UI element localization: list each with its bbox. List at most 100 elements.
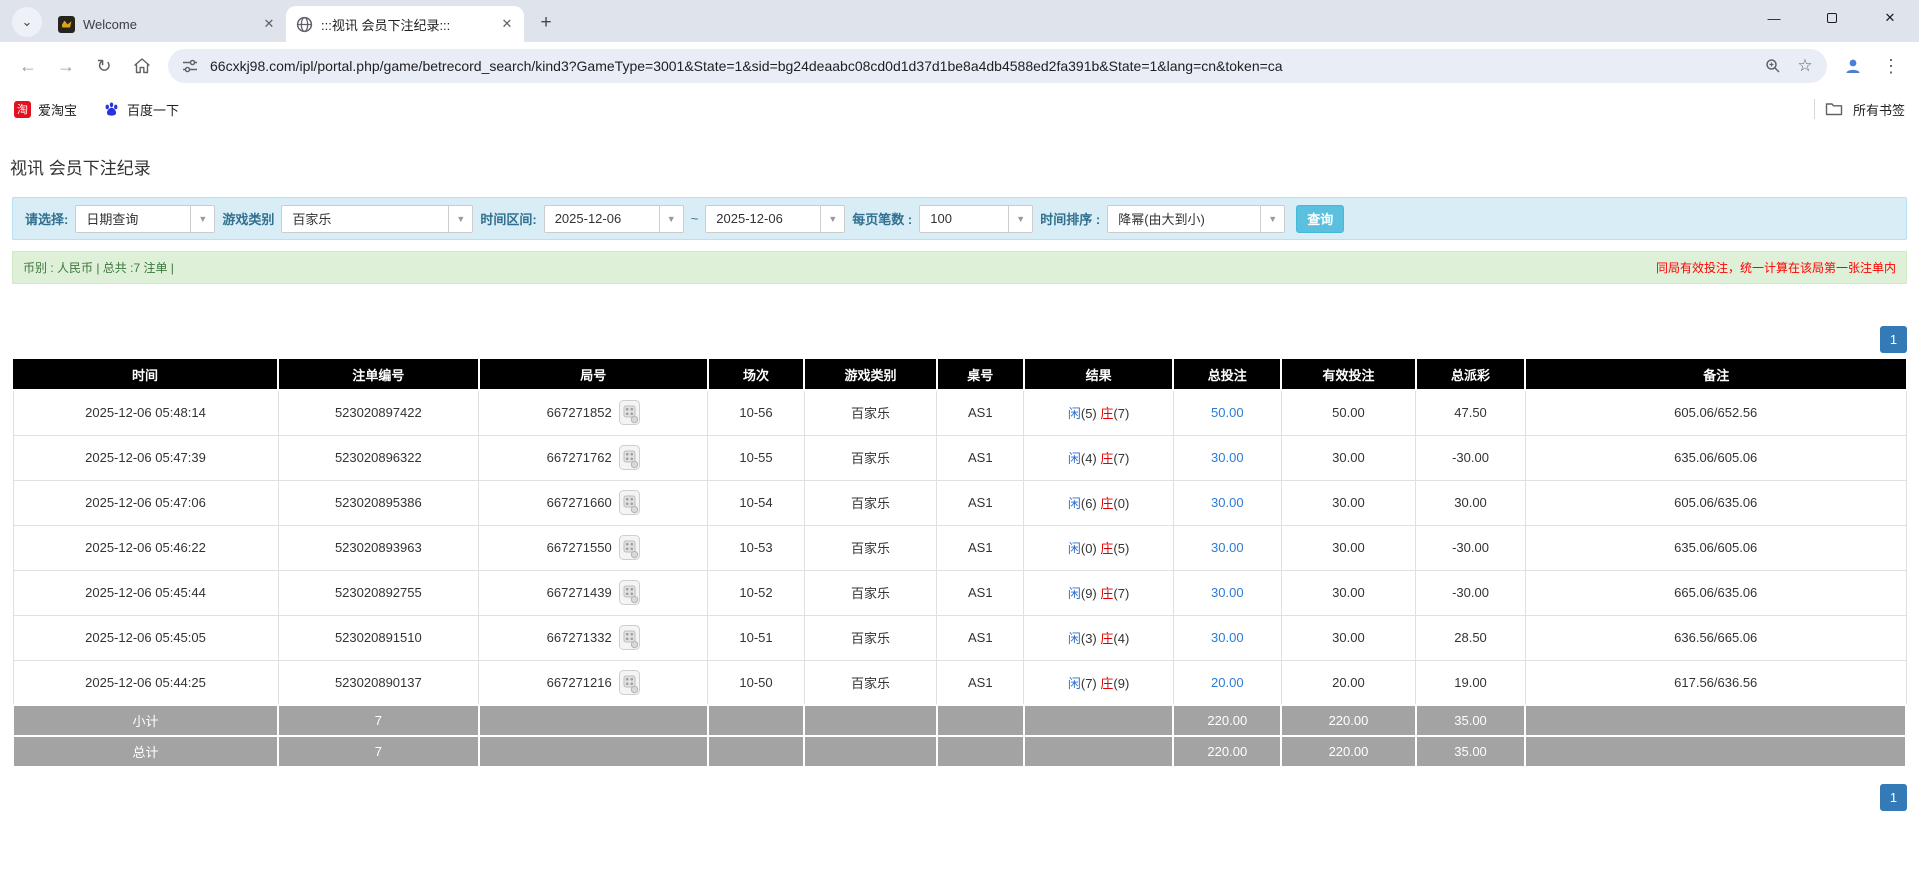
chevron-down-icon: ▼ [190,205,214,232]
all-bookmarks-label[interactable]: 所有书签 [1853,100,1905,119]
total-bet-link[interactable]: 30.00 [1211,450,1244,465]
video-replay-icon[interactable] [618,580,640,605]
total-bet-link[interactable]: 50.00 [1211,405,1244,420]
tab-welcome[interactable]: Welcome ✕ [48,6,286,42]
pagination-bottom: 1 [12,784,1907,811]
time-cell: 2025-12-06 05:46:22 [12,524,279,571]
total-bet-link[interactable]: 30.00 [1211,630,1244,645]
subtotal-total-bet: 220.00 [1172,704,1283,737]
summary-left-text: 币别 : 人民币 | 总共 :7 注单 | [23,261,174,275]
total-bet-link[interactable]: 20.00 [1211,675,1244,690]
video-replay-icon[interactable] [618,490,640,515]
video-replay-icon[interactable] [618,400,640,426]
date-from-select[interactable]: 2025-12-06 ▼ [543,204,684,233]
remark-cell: 635.06/605.06 [1524,524,1907,571]
bookmark-baidu[interactable]: 百度一下 [103,100,179,119]
table-row: 2025-12-06 05:47:06 523020895386 6672716… [12,479,1907,526]
total-bet-link[interactable]: 30.00 [1211,585,1244,600]
bet-no-cell: 523020896322 [277,434,480,481]
result-cell: 闲(9) 庄(7) [1023,569,1174,616]
total-bet-cell: 20.00 [1172,659,1282,706]
table-row: 2025-12-06 05:45:44 523020892755 6672714… [12,569,1907,616]
remark-cell: 617.56/636.56 [1524,659,1907,706]
remark-cell: 605.06/635.06 [1524,479,1907,526]
total-bet-cell: 30.00 [1172,524,1282,571]
query-type-select[interactable]: 日期查询 ▼ [75,204,216,233]
header-game-category: 游戏类别 [804,359,938,391]
close-tab-icon[interactable]: ✕ [260,15,278,33]
search-button[interactable]: 查询 [1296,204,1345,233]
header-time: 时间 [13,359,280,391]
summary-right-notice: 同局有效投注，统一计算在该局第一张注单内 [1655,261,1896,275]
folder-icon [1825,101,1843,117]
chevron-down-icon: ⌄ [21,14,33,29]
session-cell: 10-53 [707,524,805,571]
close-tab-icon[interactable]: ✕ [498,15,516,33]
video-replay-icon[interactable] [618,535,640,560]
payout-cell: 19.00 [1415,659,1526,706]
close-window-button[interactable]: ✕ [1861,0,1919,36]
window-controls: — ✕ [1745,0,1919,36]
header-bet-no: 注单编号 [278,359,480,391]
valid-bet-cell: 30.00 [1280,524,1417,571]
home-button[interactable] [124,48,160,84]
profile-avatar[interactable] [1835,48,1871,84]
bookmark-aitaobao[interactable]: 淘 爱淘宝 [14,100,77,119]
table-row: 2025-12-06 05:44:25 523020890137 6672712… [12,659,1907,706]
date-to-select[interactable]: 2025-12-06 ▼ [705,204,846,233]
baidu-icon [103,101,120,118]
video-replay-icon[interactable] [618,669,640,695]
tab-betrecord[interactable]: :::视讯 会员下注纪录::: ✕ [286,6,524,42]
globe-icon [296,16,313,33]
session-cell: 10-50 [707,659,805,706]
header-session: 场次 [707,359,806,391]
game-category-cell: 百家乐 [803,479,938,526]
video-replay-icon[interactable] [618,445,640,470]
result-cell: 闲(7) 庄(9) [1023,659,1174,706]
menu-icon[interactable]: ⋮ [1873,48,1909,84]
taobao-icon: 淘 [14,100,31,118]
address-bar[interactable]: 66cxkj98.com/ipl/portal.php/game/betreco… [168,49,1827,83]
new-tab-button[interactable]: + [532,9,560,37]
bookmarks-bar: 淘 爱淘宝 百度一下 所有书签 [0,90,1919,128]
site-settings-icon[interactable] [178,54,202,78]
zoom-icon[interactable] [1761,54,1785,78]
bookmark-label: 百度一下 [127,102,180,118]
minimize-button[interactable]: — [1745,0,1803,36]
reload-button[interactable]: ↻ [86,48,122,84]
game-category-select[interactable]: 百家乐 ▼ [281,204,474,233]
header-valid-bet: 有效投注 [1281,359,1417,391]
video-replay-icon[interactable] [618,625,640,650]
url-text[interactable]: 66cxkj98.com/ipl/portal.php/game/betreco… [210,58,1753,74]
header-payout: 总派彩 [1415,359,1527,391]
maximize-button[interactable] [1803,0,1861,36]
tab-search-button[interactable]: ⌄ [12,7,42,37]
header-round-no: 局号 [478,359,709,391]
round-no-cell: 667271439 [478,569,709,616]
game-category-cell: 百家乐 [803,524,938,571]
bet-no-cell: 523020890137 [277,659,480,706]
bookmark-star-icon[interactable]: ☆ [1793,54,1817,78]
bet-no-cell: 523020895386 [277,479,480,526]
table-no-cell: AS1 [936,614,1025,661]
page-1-button[interactable]: 1 [1880,326,1907,353]
total-bet-link[interactable]: 30.00 [1211,495,1244,510]
total-payout: 35.00 [1414,735,1527,768]
total-bet-link[interactable]: 30.00 [1211,540,1244,555]
result-cell: 闲(6) 庄(0) [1023,479,1174,526]
time-cell: 2025-12-06 05:48:14 [12,389,279,436]
page-size-select[interactable]: 100 ▼ [919,204,1034,233]
payout-cell: 30.00 [1415,479,1526,526]
round-no-cell: 667271332 [478,614,709,661]
page-1-button[interactable]: 1 [1880,784,1907,811]
game-category-label: 游戏类别 [222,212,275,227]
result-cell: 闲(5) 庄(7) [1023,389,1174,436]
back-button[interactable]: ← [10,48,46,84]
valid-bet-cell: 30.00 [1280,569,1417,616]
forward-button[interactable]: → [48,48,84,84]
date-range-label: 时间区间: [480,212,537,227]
round-no-cell: 667271762 [478,434,709,481]
result-cell: 闲(0) 庄(5) [1023,524,1174,571]
time-cell: 2025-12-06 05:44:25 [12,659,279,706]
time-sort-select[interactable]: 降幂(由大到小) ▼ [1107,204,1286,233]
